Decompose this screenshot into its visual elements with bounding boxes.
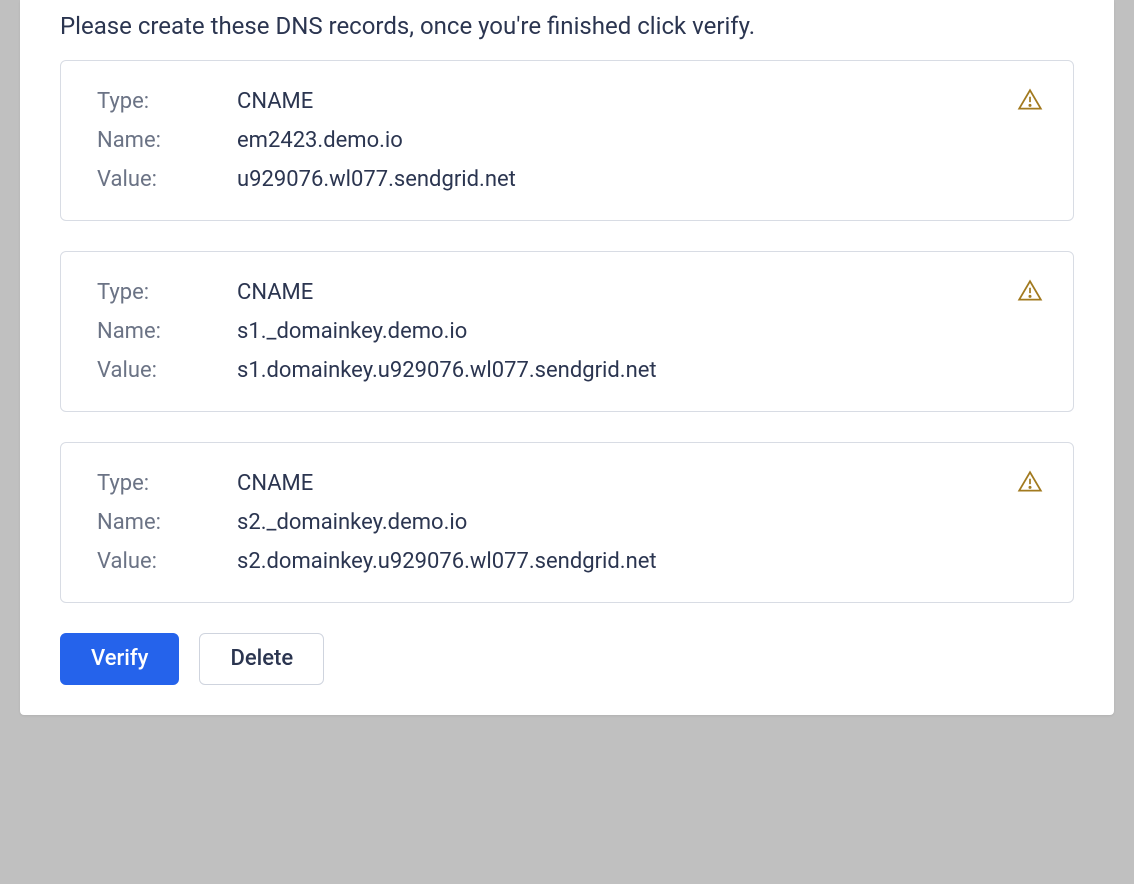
dns-record-card: Type: CNAME Name: s1._domainkey.demo.io … (60, 251, 1074, 412)
record-name-value: s2._domainkey.demo.io (237, 510, 467, 535)
warning-icon (1017, 278, 1043, 304)
record-type-label: Type: (97, 471, 237, 496)
record-value-label: Value: (97, 549, 237, 574)
delete-button[interactable]: Delete (199, 633, 324, 685)
record-name-value: s1._domainkey.demo.io (237, 319, 467, 344)
record-type-value: CNAME (237, 471, 313, 496)
record-type-value: CNAME (237, 89, 313, 114)
record-value-label: Value: (97, 358, 237, 383)
record-value-value: s1.domainkey.u929076.wl077.sendgrid.net (237, 358, 657, 383)
record-type-label: Type: (97, 89, 237, 114)
instruction-text: Please create these DNS records, once yo… (20, 12, 1114, 60)
record-value-value: u929076.wl077.sendgrid.net (237, 167, 516, 192)
record-name-label: Name: (97, 128, 237, 153)
dns-record-card: Type: CNAME Name: s2._domainkey.demo.io … (60, 442, 1074, 603)
record-value-value: s2.domainkey.u929076.wl077.sendgrid.net (237, 549, 657, 574)
verify-button[interactable]: Verify (60, 633, 179, 685)
record-value-label: Value: (97, 167, 237, 192)
record-name-value: em2423.demo.io (237, 128, 403, 153)
record-name-label: Name: (97, 319, 237, 344)
records-list: Type: CNAME Name: em2423.demo.io Value: … (20, 60, 1114, 603)
dns-record-card: Type: CNAME Name: em2423.demo.io Value: … (60, 60, 1074, 221)
warning-icon (1017, 87, 1043, 113)
record-type-label: Type: (97, 280, 237, 305)
warning-icon (1017, 469, 1043, 495)
record-name-label: Name: (97, 510, 237, 535)
actions-bar: Verify Delete (20, 633, 1114, 685)
dns-records-panel: Please create these DNS records, once yo… (20, 0, 1114, 715)
record-type-value: CNAME (237, 280, 313, 305)
